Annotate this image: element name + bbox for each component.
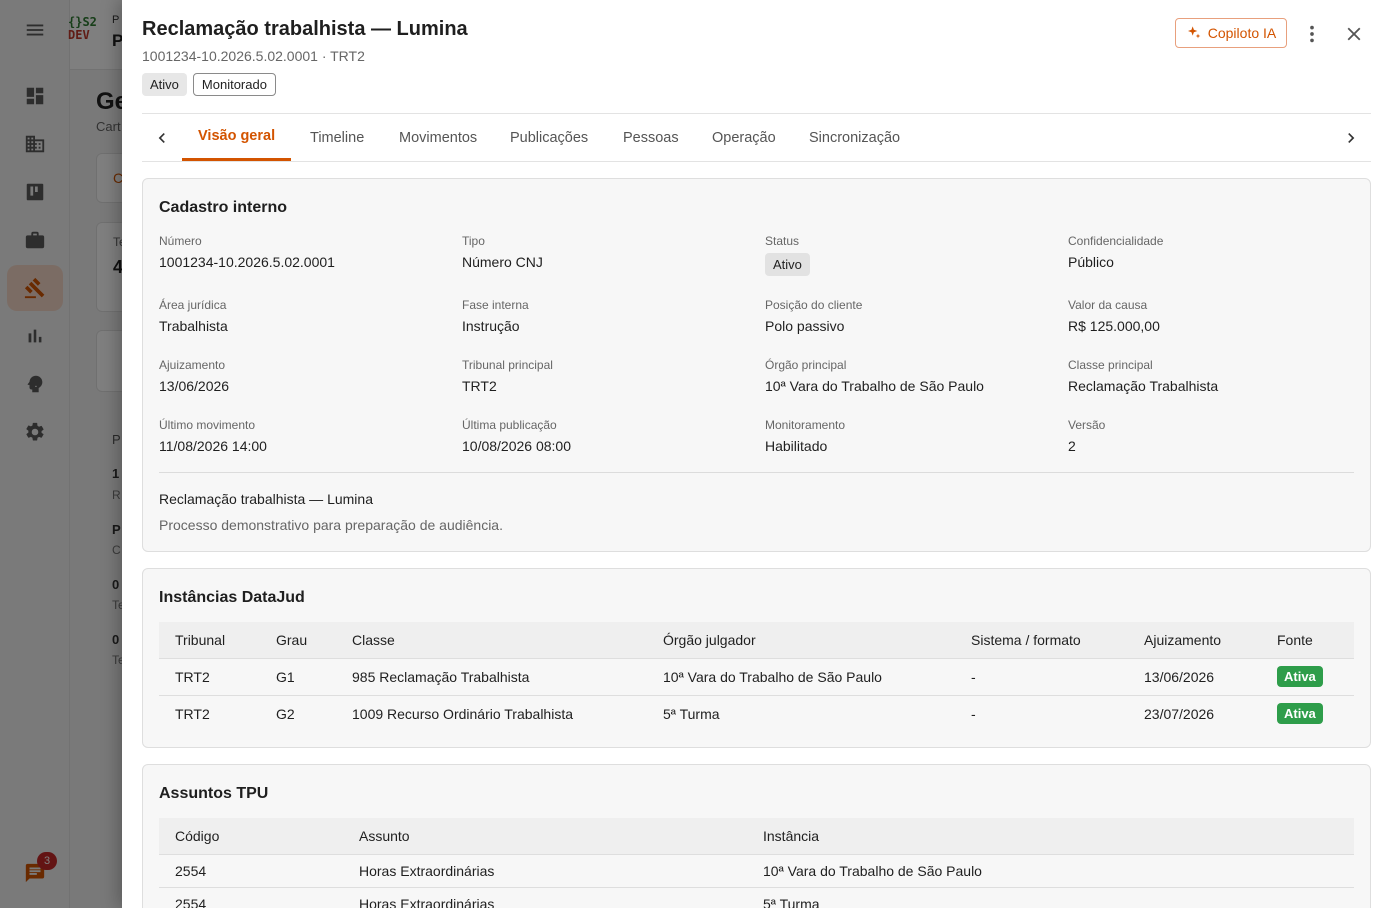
field-ultima-publicacao: Última publicação 10/08/2026 08:00 <box>462 418 571 454</box>
cadastro-interno-section: Cadastro interno Número 1001234-10.2026.… <box>142 178 1371 552</box>
field-versao: Versão 2 <box>1068 418 1106 454</box>
cell-tribunal: TRT2 <box>159 694 260 732</box>
field-orgao-principal: Órgão principal 10ª Vara do Trabalho de … <box>765 358 984 394</box>
status-chips: Ativo Monitorado <box>142 73 468 96</box>
assuntos-tpu-section: Assuntos TPU Código Assunto Instância 25… <box>142 764 1371 908</box>
datajud-table: Tribunal Grau Classe Órgão julgador Sist… <box>159 622 1354 732</box>
cell-assunto: Horas Extraordinárias <box>343 853 747 887</box>
tab-publicacoes[interactable]: Publicações <box>510 114 588 161</box>
cell-instancia: 5ª Turma <box>747 886 1354 908</box>
table-row: 2554 Horas Extraordinárias 10ª Vara do T… <box>159 853 1354 887</box>
field-status: Status Ativo <box>765 234 810 276</box>
cell-grau: G2 <box>260 694 336 732</box>
status-badge: Ativa <box>1277 666 1323 687</box>
field-classe-principal: Classe principal Reclamação Trabalhista <box>1068 358 1219 394</box>
process-subtitle: 1001234-10.2026.5.02.0001 · TRT2 <box>142 48 365 64</box>
cell-codigo: 2554 <box>159 853 343 887</box>
cell-ajuizamento: 23/07/2026 <box>1128 694 1261 732</box>
cell-fonte: Ativa <box>1261 694 1354 732</box>
column-header: Sistema / formato <box>955 622 1128 658</box>
tab-bar: Visão geral Timeline Movimentos Publicaç… <box>142 113 1371 162</box>
cell-orgao: 10ª Vara do Trabalho de São Paulo <box>647 657 955 695</box>
divider <box>159 472 1354 473</box>
column-header: Classe <box>336 622 647 658</box>
drawer-header: Reclamação trabalhista — Lumina 1001234-… <box>142 18 468 96</box>
section-title: Assuntos TPU <box>159 785 269 802</box>
chevron-left-icon[interactable] <box>150 126 174 150</box>
description-text: Processo demonstrativo para preparação d… <box>159 517 503 533</box>
column-header: Instância <box>747 818 1354 854</box>
field-fase-interna: Fase interna Instrução <box>462 298 529 334</box>
table-row: TRT2 G1 985 Reclamação Trabalhista 10ª V… <box>159 657 1354 695</box>
assuntos-table: Código Assunto Instância 2554 Horas Extr… <box>159 818 1354 908</box>
field-area-juridica: Área jurídica Trabalhista <box>159 298 228 334</box>
cell-sistema: - <box>955 657 1128 695</box>
section-title: Cadastro interno <box>159 199 288 216</box>
field-tribunal-principal: Tribunal principal TRT2 <box>462 358 553 394</box>
column-header: Órgão julgador <box>647 622 955 658</box>
cell-orgao: 5ª Turma <box>647 694 955 732</box>
copilot-button-label: Copiloto IA <box>1207 25 1277 41</box>
tab-operacao[interactable]: Operação <box>712 114 776 161</box>
column-header: Código <box>159 818 343 854</box>
table-header-row: Tribunal Grau Classe Órgão julgador Sist… <box>159 622 1354 658</box>
close-icon[interactable] <box>1342 22 1366 46</box>
column-header: Ajuizamento <box>1128 622 1261 658</box>
status-badge: Ativo <box>765 253 810 276</box>
table-row: 2554 Horas Extraordinárias 5ª Turma <box>159 886 1354 908</box>
cell-sistema: - <box>955 694 1128 732</box>
cell-tribunal: TRT2 <box>159 657 260 695</box>
field-valor-causa: Valor da causa R$ 125.000,00 <box>1068 298 1160 334</box>
tab-timeline[interactable]: Timeline <box>310 114 364 161</box>
more-vertical-icon[interactable] <box>1300 22 1324 46</box>
column-header: Assunto <box>343 818 747 854</box>
status-badge: Ativa <box>1277 703 1323 725</box>
process-title: Reclamação trabalhista — Lumina <box>142 18 468 40</box>
tab-movimentos[interactable]: Movimentos <box>399 114 477 161</box>
cell-codigo: 2554 <box>159 886 343 908</box>
column-header: Grau <box>260 622 336 658</box>
instancias-datajud-section: Instâncias DataJud Tribunal Grau Classe … <box>142 568 1371 748</box>
cell-classe: 1009 Recurso Ordinário Trabalhista <box>336 694 647 732</box>
field-posicao-cliente: Posição do cliente Polo passivo <box>765 298 863 334</box>
chevron-right-icon[interactable] <box>1339 126 1363 150</box>
tab-sincronizacao[interactable]: Sincronização <box>809 114 900 161</box>
status-chip-monitorado: Monitorado <box>192 73 276 96</box>
table-header-row: Código Assunto Instância <box>159 818 1354 854</box>
field-monitoramento: Monitoramento Habilitado <box>765 418 846 454</box>
field-numero: Número 1001234-10.2026.5.02.0001 <box>159 234 335 270</box>
cell-assunto: Horas Extraordinárias <box>343 886 747 908</box>
cell-grau: G1 <box>260 657 336 695</box>
tab-pessoas[interactable]: Pessoas <box>623 114 679 161</box>
description-title: Reclamação trabalhista — Lumina <box>159 491 373 507</box>
field-ultimo-movimento: Último movimento 11/08/2026 14:00 <box>159 418 267 454</box>
section-title: Instâncias DataJud <box>159 589 305 606</box>
cell-ajuizamento: 13/06/2026 <box>1128 657 1261 695</box>
column-header: Fonte <box>1261 622 1354 658</box>
field-confidencialidade: Confidencialidade Público <box>1068 234 1164 270</box>
column-header: Tribunal <box>159 622 260 658</box>
table-row: TRT2 G2 1009 Recurso Ordinário Trabalhis… <box>159 694 1354 732</box>
field-ajuizamento: Ajuizamento 13/06/2026 <box>159 358 230 394</box>
copilot-button[interactable]: Copiloto IA <box>1175 18 1287 48</box>
cell-fonte: Ativa <box>1261 657 1354 695</box>
status-chip-ativo: Ativo <box>142 73 187 96</box>
field-tipo: Tipo Número CNJ <box>462 234 543 270</box>
sparkle-icon <box>1187 26 1201 39</box>
process-detail-drawer: Reclamação trabalhista — Lumina 1001234-… <box>122 0 1391 908</box>
cell-classe: 985 Reclamação Trabalhista <box>336 657 647 695</box>
cell-instancia: 10ª Vara do Trabalho de São Paulo <box>747 853 1354 887</box>
tab-visao-geral[interactable]: Visão geral <box>182 114 292 161</box>
